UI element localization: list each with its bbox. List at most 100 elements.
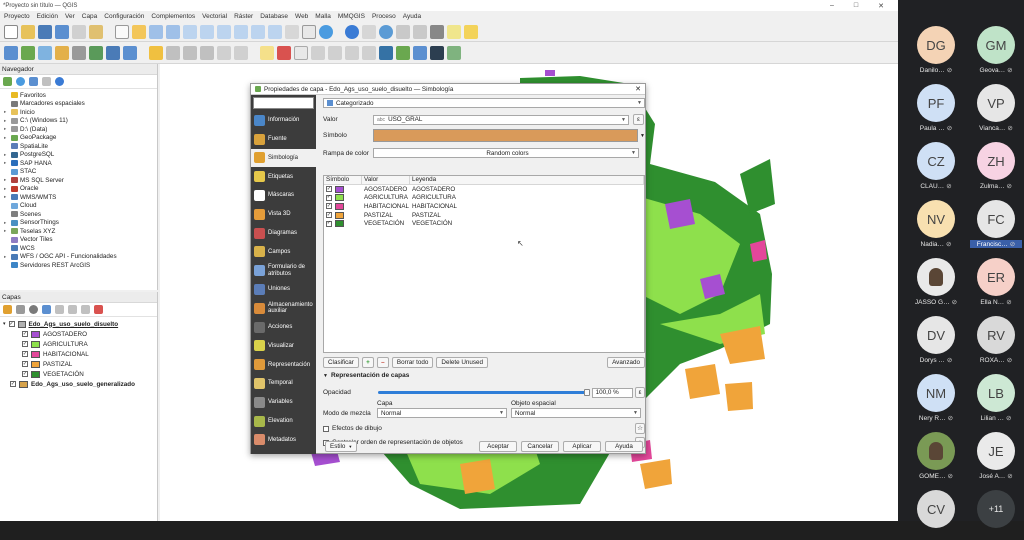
browser-item[interactable]: Favoritos xyxy=(0,91,157,100)
browser-item[interactable]: Servidores REST ArcGIS xyxy=(0,261,157,270)
class-checkbox[interactable]: ✓ xyxy=(22,331,28,337)
browser-item[interactable]: ▸ MS SQL Server xyxy=(0,176,157,185)
menu-mmqgis[interactable]: MMQGIS xyxy=(338,13,365,20)
participant-tile[interactable]: DG Danilo… ⊘ xyxy=(910,26,962,76)
browser-item[interactable]: Scenes xyxy=(0,210,157,219)
sidebar-item-aux-storage[interactable]: Almacenamiento auxiliar xyxy=(251,299,316,318)
layer-row-disuelto[interactable]: ▾ ✓ Edo_Ags_uso_suelo_disuelto xyxy=(0,319,157,329)
maximize-button[interactable]: □ xyxy=(854,2,858,10)
browser-item[interactable]: ▸ Inicio xyxy=(0,108,157,117)
menu-vectorial[interactable]: Vectorial xyxy=(202,13,227,20)
expand-all-icon[interactable] xyxy=(68,305,77,314)
save-as-icon[interactable] xyxy=(55,24,69,39)
renderer-select[interactable]: Categorizado ▼ xyxy=(323,98,645,108)
zoom-in-icon[interactable] xyxy=(149,24,163,39)
opacity-slider-thumb[interactable] xyxy=(583,389,590,396)
table-row[interactable]: ✓ AGRICULTURA AGRICULTURA xyxy=(324,194,644,203)
browser-item[interactable]: WCS xyxy=(0,244,157,253)
browser-item[interactable]: ▸ Oracle xyxy=(0,185,157,194)
menu-malla[interactable]: Malla xyxy=(315,13,331,20)
participant-tile[interactable]: NV Nadia… ⊘ xyxy=(910,200,962,250)
sidebar-item-symbology[interactable]: Simbología xyxy=(251,148,316,168)
sidebar-item-rendering[interactable]: Representación xyxy=(251,355,316,374)
sidebar-item-variables[interactable]: Variables xyxy=(251,393,316,412)
layer-row-generalizado[interactable]: ✓ Edo_Ags_uso_suelo_generalizado xyxy=(0,379,157,389)
label-move-icon[interactable] xyxy=(311,45,325,60)
sidebar-item-fields[interactable]: Campos xyxy=(251,243,316,262)
refresh-browser-icon[interactable] xyxy=(16,77,25,86)
browser-item[interactable]: SpatiaLite xyxy=(0,142,157,151)
column-legend[interactable]: Leyenda xyxy=(410,176,644,184)
delete-unused-button[interactable]: Delete Unused xyxy=(436,357,489,368)
sidebar-item-actions[interactable]: Acciones xyxy=(251,318,316,337)
collapse-layers-icon[interactable] xyxy=(81,305,90,314)
new-project-icon[interactable] xyxy=(4,24,18,39)
draw-effects-button[interactable]: ☆ xyxy=(635,423,645,434)
apply-button[interactable]: Aplicar xyxy=(563,441,601,452)
filter-expression-icon[interactable] xyxy=(55,305,64,314)
value-field-select[interactable]: abc USO_GRAL ▼ xyxy=(373,114,629,125)
sidebar-item-labels[interactable]: Etiquetas xyxy=(251,167,316,186)
add-class-button[interactable]: + xyxy=(361,357,374,368)
field-calculator-icon[interactable] xyxy=(396,24,410,39)
metasearch-icon[interactable] xyxy=(430,45,444,60)
processing-toolbox-icon[interactable] xyxy=(413,45,427,60)
sidebar-item-attribute-form[interactable]: Formulario de atributos xyxy=(251,261,316,280)
table-row[interactable]: ✓ AGOSTADERO AGOSTADERO xyxy=(324,185,644,194)
participant-tile[interactable]: ZH Zulma… ⊘ xyxy=(970,142,1022,192)
sidebar-item-elevation[interactable]: Elevation xyxy=(251,412,316,431)
browser-item[interactable]: Marcadores espaciales xyxy=(0,100,157,109)
participant-tile[interactable]: RV ROXA… ⊘ xyxy=(970,316,1022,366)
close-window-button[interactable]: ✕ xyxy=(878,2,884,10)
menu-capa[interactable]: Capa xyxy=(82,13,98,20)
participant-tile[interactable]: LB Lilian … ⊘ xyxy=(970,374,1022,424)
participant-tile[interactable]: ER Ella N… ⊘ xyxy=(970,258,1022,308)
layer-class-item[interactable]: ✓ AGOSTADERO xyxy=(0,329,157,339)
expand-arrow-icon[interactable]: ▸ xyxy=(4,177,9,183)
sidebar-item-source[interactable]: Fuente xyxy=(251,130,316,149)
expand-arrow-icon[interactable]: ▸ xyxy=(4,254,9,260)
expand-arrow-icon[interactable]: ▸ xyxy=(4,186,9,192)
layer-class-item[interactable]: ✓ VEGETACIÓN xyxy=(0,369,157,379)
browser-item[interactable]: ▸ SensorThings xyxy=(0,219,157,228)
zoom-last-icon[interactable] xyxy=(251,24,265,39)
zoom-native-icon[interactable] xyxy=(234,24,248,39)
save-project-icon[interactable] xyxy=(38,24,52,39)
row-checkbox[interactable]: ✓ xyxy=(326,212,332,219)
browser-item[interactable]: Vector Tiles xyxy=(0,236,157,245)
attribute-table-icon[interactable] xyxy=(362,24,376,39)
layout-manager-icon[interactable] xyxy=(89,24,103,39)
visibility-icon[interactable] xyxy=(29,305,38,314)
color-ramp-select[interactable]: Random colors ▼ xyxy=(373,148,639,158)
participant-tile[interactable]: GM Geova… ⊘ xyxy=(970,26,1022,76)
minimize-button[interactable]: – xyxy=(830,2,834,10)
symbol-menu-arrow-icon[interactable]: ▼ xyxy=(640,133,645,139)
layer-rendering-header[interactable]: ▼ Representación de capas xyxy=(323,372,645,379)
expand-arrow-icon[interactable]: ▸ xyxy=(4,109,9,115)
label-tool-icon[interactable] xyxy=(260,45,274,60)
classify-button[interactable]: Clasificar xyxy=(323,357,359,368)
browser-item[interactable]: ▸ PostgreSQL xyxy=(0,151,157,160)
expand-arrow-icon[interactable]: ▸ xyxy=(4,118,9,124)
expand-arrow-icon[interactable]: ▸ xyxy=(4,126,9,132)
class-checkbox[interactable]: ✓ xyxy=(22,341,28,347)
refresh-icon[interactable] xyxy=(319,24,333,39)
browser-item[interactable]: ▸ Teselas XYZ xyxy=(0,227,157,236)
pan-to-selection-icon[interactable] xyxy=(132,24,146,39)
zoom-selection-icon[interactable] xyxy=(200,24,214,39)
advanced-button[interactable]: Avanzado xyxy=(607,357,645,368)
participant-tile[interactable]: CZ CLAU… ⊘ xyxy=(910,142,962,192)
properties-icon[interactable] xyxy=(55,77,64,86)
menu-ayuda[interactable]: Ayuda xyxy=(403,13,421,20)
expand-arrow-icon[interactable]: ▸ xyxy=(4,220,9,226)
label-change-icon[interactable] xyxy=(345,45,359,60)
cancel-button[interactable]: Cancelar xyxy=(521,441,559,452)
virtual-layer-icon[interactable] xyxy=(72,45,86,60)
plugin-icon[interactable] xyxy=(396,45,410,60)
row-checkbox[interactable]: ✓ xyxy=(326,194,332,201)
pan-icon[interactable] xyxy=(115,24,129,39)
menu-proyecto[interactable]: Proyecto xyxy=(4,13,30,20)
browser-item[interactable]: ▸ WFS / OGC API - Funcionalidades xyxy=(0,253,157,262)
expand-arrow-icon[interactable]: ▸ xyxy=(4,135,9,141)
layer-class-item[interactable]: ✓ AGRICULTURA xyxy=(0,339,157,349)
